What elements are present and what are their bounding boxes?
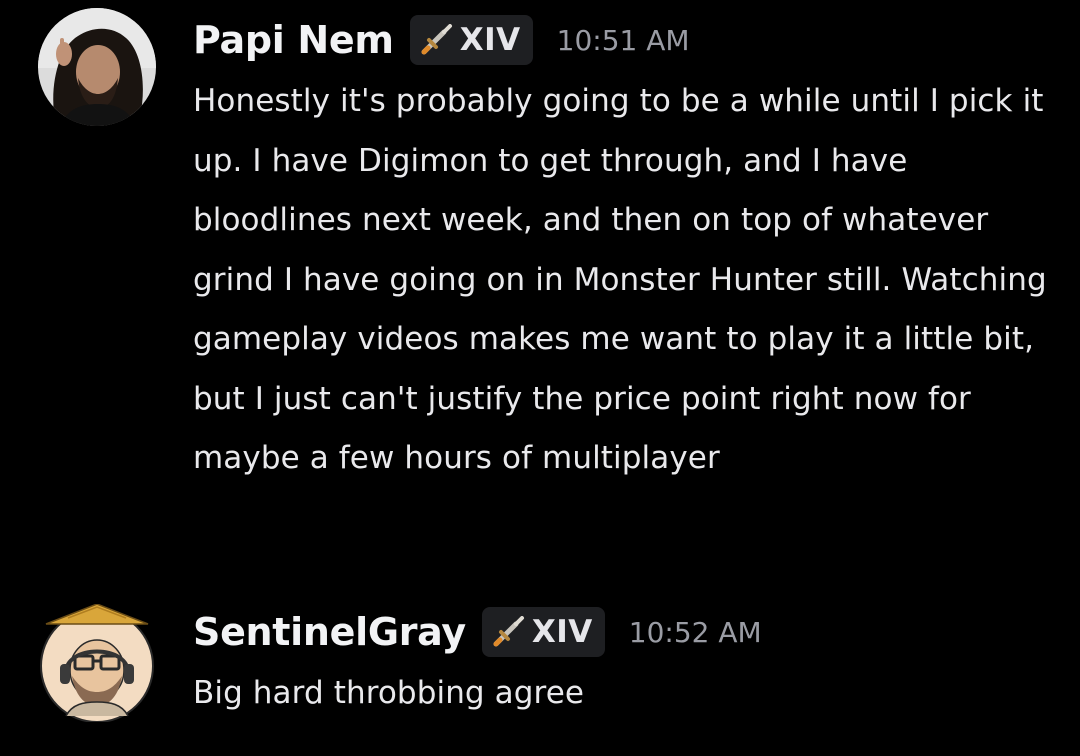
user-avatar[interactable] xyxy=(38,8,156,126)
tag-label: XIV xyxy=(531,614,593,650)
username[interactable]: SentinelGray xyxy=(193,610,466,654)
server-tag[interactable]: XIV xyxy=(481,607,605,657)
user-avatar[interactable] xyxy=(38,604,156,722)
sword-icon xyxy=(493,616,524,647)
message-text: Big hard throbbing agree xyxy=(193,675,585,711)
tag-label: XIV xyxy=(459,22,521,58)
message-header: Papi Nem XIV 10:51 AM xyxy=(193,12,690,68)
sword-icon xyxy=(421,24,452,55)
server-tag[interactable]: XIV xyxy=(409,15,533,65)
avatar-cartoon-icon xyxy=(40,604,154,722)
timestamp[interactable]: 10:51 AM xyxy=(557,24,690,57)
timestamp[interactable]: 10:52 AM xyxy=(629,616,762,649)
message-header: SentinelGray XIV 10:52 AM xyxy=(193,604,762,660)
username[interactable]: Papi Nem xyxy=(193,18,394,62)
message-text: Honestly it's probably going to be a whi… xyxy=(193,83,1047,476)
avatar-photo-icon xyxy=(38,8,156,126)
